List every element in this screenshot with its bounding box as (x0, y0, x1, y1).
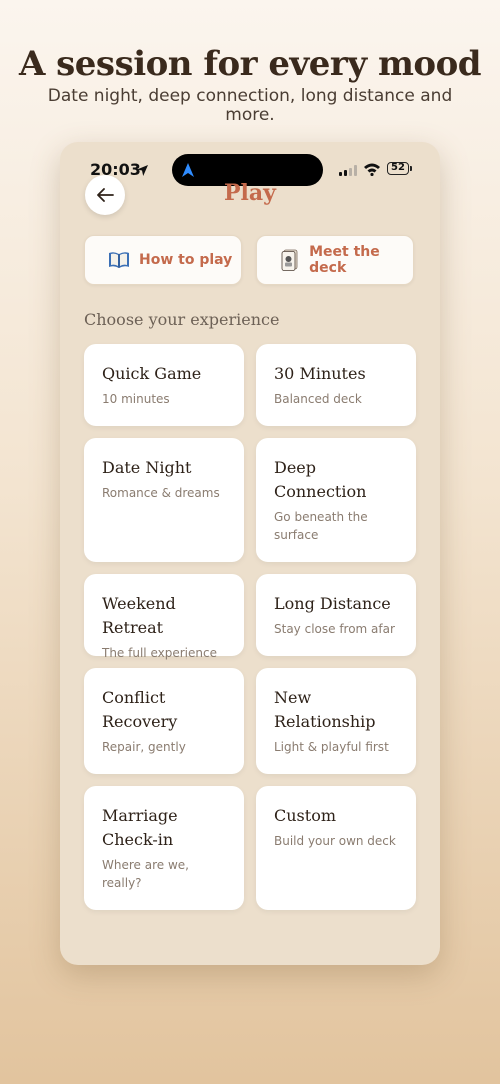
battery-tip (410, 166, 412, 171)
how-to-play-label: How to play (139, 252, 233, 268)
option-card-quick-game[interactable]: Quick Game 10 minutes (84, 344, 244, 426)
option-card-weekend-retreat[interactable]: Weekend Retreat The full experience (84, 574, 244, 660)
option-card-30-minutes[interactable]: 30 Minutes Balanced deck (256, 344, 416, 426)
meet-the-deck-label: Meet the deck (309, 244, 380, 276)
phone-screen: 20:03 52 Play How to play Meet the deck … (60, 142, 440, 965)
option-title: Marriage Check-in (102, 806, 178, 849)
wifi-icon (364, 163, 380, 176)
option-title: Custom (274, 806, 336, 825)
promo-headline: A session for every mood (18, 44, 482, 84)
option-subtitle: Stay close from afar (274, 622, 395, 636)
option-title: 30 Minutes (274, 364, 366, 383)
option-card-new-relationship[interactable]: New Relationship Light & playful first (256, 668, 416, 774)
option-subtitle: Romance & dreams (102, 486, 220, 500)
option-subtitle: Where are we, really? (102, 858, 189, 890)
how-to-play-button[interactable]: How to play (84, 235, 242, 285)
navigation-arrow-icon (182, 163, 194, 177)
option-title: Quick Game (102, 364, 202, 383)
book-icon (107, 248, 131, 272)
battery-indicator: 52 (387, 162, 409, 175)
option-subtitle: 10 minutes (102, 392, 170, 406)
option-title: Date Night (102, 458, 192, 477)
option-card-long-distance[interactable]: Long Distance Stay close from afar (256, 574, 416, 656)
option-subtitle: Balanced deck (274, 392, 362, 406)
promo-subheadline: Date night, deep connection, long distan… (47, 86, 453, 125)
section-label: Choose your experience (84, 310, 280, 329)
option-title: Weekend Retreat (102, 594, 176, 637)
location-arrow-icon (137, 165, 148, 176)
card-deck-icon (279, 248, 301, 272)
option-card-conflict-recovery[interactable]: Conflict Recovery Repair, gently (84, 668, 244, 774)
cellular-signal-icon (339, 165, 357, 176)
screen-title: Play (224, 180, 276, 206)
option-title: Deep Connection (274, 458, 367, 501)
option-title: Conflict Recovery (102, 688, 178, 731)
option-subtitle: Light & playful first (274, 740, 389, 754)
option-subtitle: Build your own deck (274, 834, 396, 848)
option-card-custom[interactable]: Custom Build your own deck (256, 786, 416, 910)
option-subtitle: Repair, gently (102, 740, 186, 754)
option-title: Long Distance (274, 594, 391, 613)
option-card-date-night[interactable]: Date Night Romance & dreams (84, 438, 244, 562)
option-subtitle: The full experience (102, 646, 217, 660)
option-card-marriage-check-in[interactable]: Marriage Check-in Where are we, really? (84, 786, 244, 910)
meet-the-deck-button[interactable]: Meet the deck (256, 235, 414, 285)
option-card-deep-connection[interactable]: Deep Connection Go beneath the surface (256, 438, 416, 562)
option-title: New Relationship (274, 688, 376, 731)
option-subtitle: Go beneath the surface (274, 510, 368, 542)
